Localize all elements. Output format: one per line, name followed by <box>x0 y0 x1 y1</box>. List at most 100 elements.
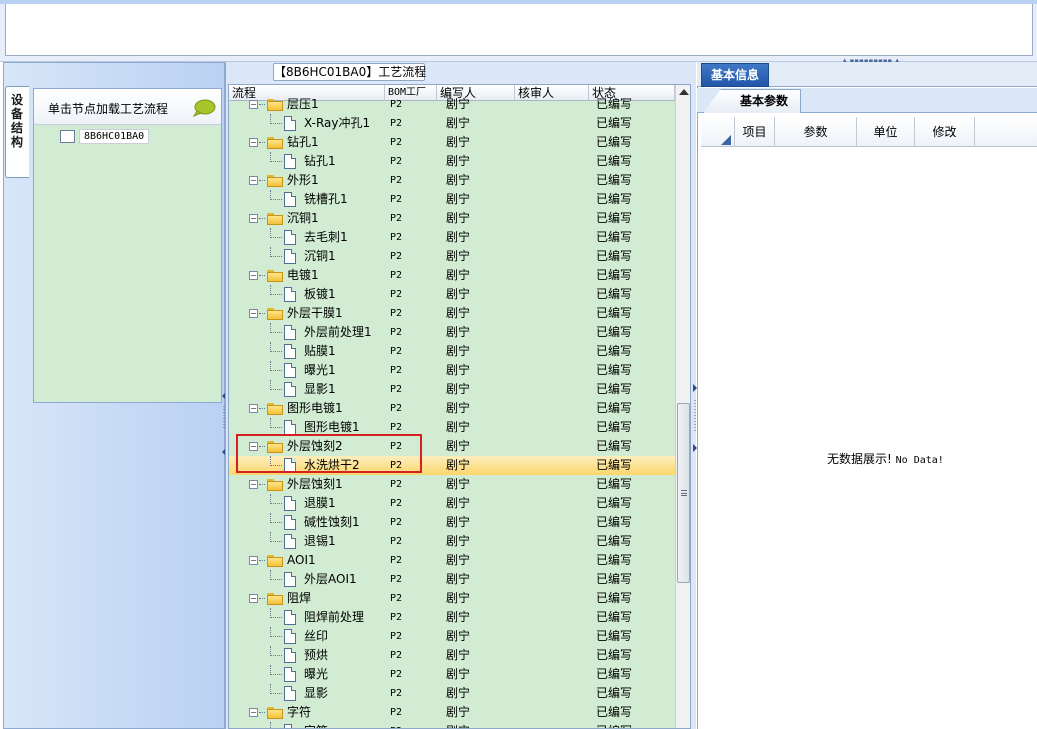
tree-connector <box>270 674 282 675</box>
tree-row-step-group[interactable]: − 外形1 P2 剧宁 已编写 <box>229 171 675 190</box>
tab-basic-info[interactable]: 基本信息 <box>701 63 769 87</box>
writer-name: 剧宁 <box>446 363 471 377</box>
folder-icon <box>267 270 283 282</box>
folder-icon <box>267 99 283 111</box>
tree-row-step-group[interactable]: − 阻焊 P2 剧宁 已编写 <box>229 589 675 608</box>
bom-factory: P2 <box>390 251 403 262</box>
column-header-param[interactable]: 参数 <box>775 117 857 147</box>
bom-factory: P2 <box>390 365 403 376</box>
collapse-icon[interactable]: − <box>249 480 258 489</box>
tree-row-step[interactable]: 显影 P2 剧宁 已编写 <box>229 684 675 703</box>
tree-row-step[interactable]: 去毛刺1 P2 剧宁 已编写 <box>229 228 675 247</box>
tree-row-step[interactable]: 阻焊前处理 P2 剧宁 已编写 <box>229 608 675 627</box>
writer-name: 剧宁 <box>446 211 471 225</box>
tree-row-step[interactable]: 外层前处理1 P2 剧宁 已编写 <box>229 323 675 342</box>
document-icon <box>284 287 296 302</box>
tree-row-step[interactable]: X-Ray冲孔1 P2 剧宁 已编写 <box>229 114 675 133</box>
tree-row-step[interactable]: 贴膜1 P2 剧宁 已编写 <box>229 342 675 361</box>
params-grid-header: 项目 参数 单位 修改 <box>701 117 1037 147</box>
status-text: 已编写 <box>596 610 633 624</box>
collapse-icon[interactable]: − <box>249 176 258 185</box>
bom-factory: P2 <box>390 688 403 699</box>
status-text: 已编写 <box>596 306 633 320</box>
tab-device-structure[interactable]: 设备结构 <box>5 86 29 178</box>
bom-factory: P2 <box>390 156 403 167</box>
tree-connector <box>259 104 265 105</box>
step-name: 钻孔1 <box>287 135 319 149</box>
tree-row-step[interactable]: 丝印 P2 剧宁 已编写 <box>229 627 675 646</box>
step-name: 去毛刺1 <box>304 230 348 244</box>
tree-row-step-group[interactable]: − 沉铜1 P2 剧宁 已编写 <box>229 209 675 228</box>
tree-row-step-group[interactable]: − 层压1 P2 剧宁 已编写 <box>229 95 675 114</box>
folder-icon <box>267 308 283 320</box>
status-text: 已编写 <box>596 268 633 282</box>
tree-row-step[interactable]: 钻孔1 P2 剧宁 已编写 <box>229 152 675 171</box>
empty-message-en: No Data! <box>895 455 944 466</box>
tree-row-step-group[interactable]: − 电镀1 P2 剧宁 已编写 <box>229 266 675 285</box>
tree-row-step-group[interactable]: − 外层干膜1 P2 剧宁 已编写 <box>229 304 675 323</box>
document-icon <box>284 724 296 728</box>
collapse-icon[interactable]: − <box>249 138 258 147</box>
tree-connector <box>259 484 265 485</box>
collapse-icon[interactable]: − <box>249 594 258 603</box>
column-header-unit[interactable]: 单位 <box>857 117 915 147</box>
tree-connector <box>259 275 265 276</box>
step-name: 外层AOI1 <box>304 572 357 586</box>
collapse-icon[interactable]: − <box>249 708 258 717</box>
tree-row-step[interactable]: 退膜1 P2 剧宁 已编写 <box>229 494 675 513</box>
collapse-icon[interactable]: − <box>249 214 258 223</box>
status-text: 已编写 <box>596 515 633 529</box>
node-icon <box>60 130 75 143</box>
tree-row-step[interactable]: 板镀1 P2 剧宁 已编写 <box>229 285 675 304</box>
status-text: 已编写 <box>596 344 633 358</box>
tree-connector <box>270 294 282 295</box>
collapse-icon[interactable]: − <box>249 404 258 413</box>
collapse-icon[interactable]: − <box>249 309 258 318</box>
column-header-modify[interactable]: 修改 <box>915 117 975 147</box>
step-name: 钻孔1 <box>304 154 336 168</box>
scroll-thumb[interactable] <box>677 403 690 583</box>
writer-name: 剧宁 <box>446 249 471 263</box>
collapse-icon[interactable]: − <box>249 556 258 565</box>
collapse-icon[interactable]: − <box>249 100 258 109</box>
writer-name: 剧宁 <box>446 192 471 206</box>
tree-connector <box>270 522 282 523</box>
tree-row-step[interactable]: 曝光1 P2 剧宁 已编写 <box>229 361 675 380</box>
tree-row-step[interactable]: 预烘 P2 剧宁 已编写 <box>229 646 675 665</box>
collapse-icon[interactable]: − <box>249 271 258 280</box>
tree-row-step-group[interactable]: − AOI1 P2 剧宁 已编写 <box>229 551 675 570</box>
writer-name: 剧宁 <box>446 287 471 301</box>
writer-name: 剧宁 <box>446 648 471 662</box>
tree-row-step-group[interactable]: − 钻孔1 P2 剧宁 已编写 <box>229 133 675 152</box>
column-header-item[interactable]: 项目 <box>735 117 775 147</box>
tree-row-step[interactable]: 显影1 P2 剧宁 已编写 <box>229 380 675 399</box>
status-text: 已编写 <box>596 439 633 453</box>
tree-connector <box>270 655 282 656</box>
tree-row-step-group[interactable]: − 字符 P2 剧宁 已编写 <box>229 703 675 722</box>
tree-row-step[interactable]: 字符 P2 剧宁 已编写 <box>229 722 675 728</box>
tree-row-step-group[interactable]: − 图形电镀1 P2 剧宁 已编写 <box>229 399 675 418</box>
vertical-scrollbar[interactable] <box>675 85 690 728</box>
tree-row-step-group[interactable]: − 外层蚀刻1 P2 剧宁 已编写 <box>229 475 675 494</box>
device-tree-header: 单击节点加载工艺流程 <box>34 89 221 125</box>
tree-row-step[interactable]: 曝光 P2 剧宁 已编写 <box>229 665 675 684</box>
writer-name: 剧宁 <box>446 722 470 728</box>
top-toolbar-area <box>0 0 1037 62</box>
tree-row-step[interactable]: 退锡1 P2 剧宁 已编写 <box>229 532 675 551</box>
status-text: 已编写 <box>596 211 633 225</box>
tree-row-step[interactable]: 外层AOI1 P2 剧宁 已编写 <box>229 570 675 589</box>
speech-bubble-icon[interactable] <box>192 99 216 117</box>
tree-connector <box>270 237 282 238</box>
scroll-up-icon[interactable] <box>679 89 689 95</box>
writer-name: 剧宁 <box>446 591 471 605</box>
bom-factory: P2 <box>390 612 403 623</box>
document-icon <box>284 496 296 511</box>
writer-name: 剧宁 <box>446 496 471 510</box>
folder-icon <box>267 137 283 149</box>
tree-row-step[interactable]: 沉铜1 P2 剧宁 已编写 <box>229 247 675 266</box>
tree-row-step[interactable]: 铣槽孔1 P2 剧宁 已编写 <box>229 190 675 209</box>
writer-name: 剧宁 <box>446 154 471 168</box>
tree-row-step[interactable]: 碱性蚀刻1 P2 剧宁 已编写 <box>229 513 675 532</box>
bom-factory: P2 <box>390 517 403 528</box>
document-icon <box>284 667 296 682</box>
